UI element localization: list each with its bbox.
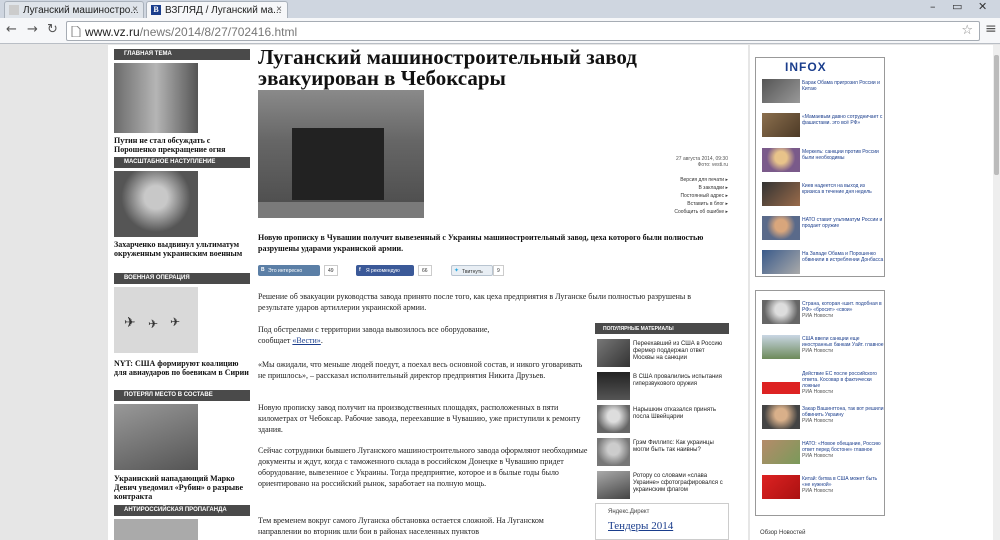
yandex-direct-ad[interactable]: Яндекс.Директ Тендеры 2014 <box>595 503 729 540</box>
url-domain: www.vz.ru <box>85 25 140 39</box>
news-headline[interactable]: Захарченко выдвинул ультиматум окруженны… <box>114 240 250 258</box>
maximize-icon[interactable]: ▭ <box>952 0 962 13</box>
news-review-label[interactable]: Обзор Новостей <box>760 530 806 536</box>
news-photo[interactable] <box>114 63 198 133</box>
plane-icon: ✈ <box>148 317 159 331</box>
print-link[interactable]: Версия для печати ▸ <box>640 176 728 184</box>
news-photo[interactable] <box>114 171 198 237</box>
reload-icon[interactable]: ↻ <box>47 22 58 37</box>
section-header: МАСШТАБНОЕ НАСТУПЛЕНИЕ <box>114 157 250 168</box>
news-headline[interactable]: Путин не стал обсуждать с Порошенко прек… <box>114 136 250 154</box>
infox-item[interactable]: Меркель: санкции против России были необ… <box>760 147 884 173</box>
infox-logo[interactable]: INFOX <box>785 60 827 74</box>
tweet-button[interactable]: ✦ Твитнуть <box>451 265 493 276</box>
forward-icon[interactable]: → <box>27 22 38 37</box>
popular-item[interactable]: Ротору со словами «слава Украине» сфотог… <box>595 469 729 501</box>
ria-item[interactable]: Страна, которая «шит. подобная в РФ» «бр… <box>760 299 884 325</box>
close-window-icon[interactable]: ✕ <box>978 0 987 13</box>
ria-item[interactable]: Китай: битва в США может быть «не нужной… <box>760 474 884 500</box>
section-header: ПОТЕРЯЛ МЕСТО В СОСТАВЕ <box>114 390 250 401</box>
ria-item[interactable]: Действие ЕС после российского ответа. Ко… <box>760 369 884 395</box>
tweet-count: 9 <box>493 265 504 276</box>
popular-item[interactable]: Переехавший из США в Россию фермер подде… <box>595 337 729 369</box>
article-title: Луганский машиностроительный завод эваку… <box>258 45 637 90</box>
news-headline[interactable]: NYT: США формируют коалицию для авиаудар… <box>114 359 250 377</box>
vk-icon: В <box>261 267 265 273</box>
photo-source: Фото: vesti.ru <box>697 162 728 168</box>
close-icon[interactable]: × <box>132 4 138 15</box>
popular-thumb <box>597 372 630 400</box>
facebook-icon: f <box>359 267 361 273</box>
plane-icon: ✈ <box>124 315 136 331</box>
infox-item[interactable]: Барак Обама пригрозил России и Китаю <box>760 78 884 104</box>
tab-label: Луганский машиностро... <box>23 5 139 16</box>
vk-count: 49 <box>324 265 338 276</box>
permalink-link[interactable]: Постоянный адрес ▸ <box>640 192 728 200</box>
news-headline[interactable]: Украинский нападающий Марко Девич уведом… <box>114 474 250 501</box>
url-path: /news/2014/8/27/702416.html <box>139 25 298 39</box>
ria-item[interactable]: США ввели санкции еще иностранных банкам… <box>760 334 884 360</box>
tab-strip: Луганский машиностро... × В ВЗГЛЯД / Луг… <box>0 0 1000 18</box>
article-paragraph: Решение об эвакуации руководства завода … <box>258 292 692 312</box>
page-icon <box>9 5 19 15</box>
popular-thumb <box>597 339 630 367</box>
ria-item[interactable]: НАТО: «Новое обещание, Россию ответ пере… <box>760 439 884 465</box>
page-icon <box>71 26 81 37</box>
address-bar: ← → ↻ www.vz.ru/news/2014/8/27/702416.ht… <box>0 18 1000 44</box>
popular-item[interactable]: Грэм Филлипс: Как украинцы могли быть та… <box>595 436 729 468</box>
ad-label: Яндекс.Директ <box>608 509 650 515</box>
tab-2[interactable]: В ВЗГЛЯД / Луганский ма... × <box>146 1 288 18</box>
section-header: ГЛАВНАЯ ТЕМА <box>114 49 250 60</box>
section-header: АНТИРОССИЙСКАЯ ПРОПАГАНДА <box>114 505 250 516</box>
popular-thumb <box>597 471 630 499</box>
article-paragraph: Сейчас сотрудники бывшего Луганского маш… <box>258 446 588 488</box>
article-meta: 27 августа 2014, 09:30 Фото: vesti.ru <box>600 156 728 168</box>
article-tools: Версия для печати ▸ В закладки ▸ Постоян… <box>640 176 728 216</box>
popular-header: ПОПУЛЯРНЫЕ МАТЕРИАЛЫ <box>595 323 729 334</box>
bookmark-link[interactable]: В закладки ▸ <box>640 184 728 192</box>
popular-thumb <box>597 438 630 466</box>
url-input[interactable]: www.vz.ru/news/2014/8/27/702416.html ☆ <box>66 21 980 41</box>
article-paragraph: Тем временем вокруг самого Луганска обст… <box>258 516 544 536</box>
infox-item[interactable]: «Мамаевым давно сотрудничает с фашистами… <box>760 112 884 138</box>
section-header: ВОЕННАЯ ОПЕРАЦИЯ <box>114 273 250 284</box>
vk-share-button[interactable]: В Это интересно <box>258 265 320 276</box>
plane-icon: ✈ <box>170 315 181 329</box>
star-icon[interactable]: ☆ <box>961 23 973 38</box>
close-icon[interactable]: × <box>276 4 282 15</box>
embed-link[interactable]: Вставить в блог ▸ <box>640 200 728 208</box>
infox-item[interactable]: На Западе Обама и Порошенко обвинили в и… <box>760 249 884 275</box>
popular-thumb <box>597 405 630 433</box>
back-icon[interactable]: ← <box>6 22 17 37</box>
article-paragraph: Под обстрелами с территории завода вывоз… <box>258 325 490 345</box>
news-photo[interactable] <box>114 519 198 540</box>
infox-item[interactable]: НАТО ставит ультиматум России и продает … <box>760 215 884 241</box>
ad-title[interactable]: Тендеры 2014 <box>608 520 673 532</box>
source-link[interactable]: «Вести» <box>292 336 320 345</box>
article-photo <box>258 90 424 218</box>
tab-1[interactable]: Луганский машиностро... × <box>4 1 144 18</box>
scrollbar-thumb[interactable] <box>994 55 999 175</box>
tab-label: ВЗГЛЯД / Луганский ма... <box>165 5 282 16</box>
article-paragraph: Новую прописку завод получит на производ… <box>258 403 581 434</box>
report-error-link[interactable]: Сообщить об ошибке ▸ <box>640 208 728 216</box>
vz-logo-icon: В <box>151 5 161 15</box>
popular-item[interactable]: Нарышкин отказался принять посла Швейцар… <box>595 403 729 435</box>
minimize-icon[interactable]: – <box>930 0 936 13</box>
news-photo[interactable]: ✈ ✈ ✈ <box>114 287 198 353</box>
article-paragraph: «Мы ожидали, что меньше людей поедут, а … <box>258 360 583 380</box>
infox-item[interactable]: Киев надеется на выход из кризиса в тече… <box>760 181 884 207</box>
twitter-icon: ✦ <box>454 267 460 274</box>
fb-count: 66 <box>418 265 432 276</box>
ria-item[interactable]: Закар Вашингтона, так вот решили обвинит… <box>760 404 884 430</box>
article-lead: Новую прописку в Чувашии получит вывезен… <box>258 233 704 253</box>
menu-icon[interactable]: ≡ <box>985 21 997 37</box>
fb-share-button[interactable]: f Я рекомендую <box>356 265 414 276</box>
news-photo[interactable] <box>114 404 198 470</box>
page-scrollbar[interactable] <box>993 45 1000 540</box>
popular-item[interactable]: В США провалились испытания гиперзвуково… <box>595 370 729 402</box>
